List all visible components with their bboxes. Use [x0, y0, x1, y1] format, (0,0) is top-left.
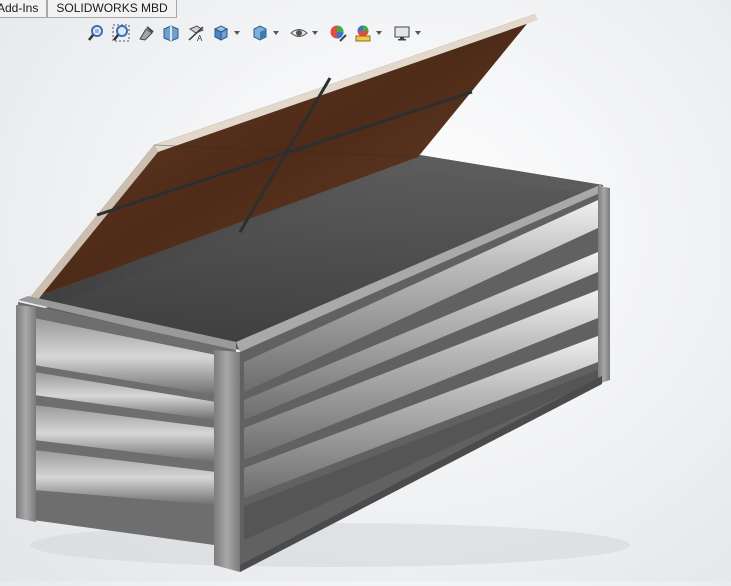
graphics-viewport[interactable] — [0, 0, 731, 581]
section-view-icon[interactable] — [161, 23, 181, 43]
zoom-to-fit-icon[interactable] — [86, 23, 106, 43]
apply-scene-icon[interactable] — [353, 23, 373, 43]
model-render — [16, 14, 630, 572]
tab-add-ins[interactable]: Add-Ins — [0, 0, 48, 18]
command-manager-tabs: Add-Ins SOLIDWORKS MBD — [0, 0, 177, 19]
hide-show-items-icon[interactable] — [289, 23, 309, 43]
display-style-dropdown-icon[interactable] — [272, 23, 280, 43]
tab-solidworks-mbd[interactable]: SOLIDWORKS MBD — [47, 0, 177, 18]
edit-appearance-icon[interactable] — [328, 23, 348, 43]
previous-view-icon[interactable] — [136, 23, 156, 43]
zoom-to-area-icon[interactable] — [111, 23, 131, 43]
apply-scene-dropdown-icon[interactable] — [375, 23, 383, 43]
display-style-icon[interactable] — [250, 23, 270, 43]
view-orientation-icon[interactable] — [211, 23, 231, 43]
dynamic-annotation-views-icon[interactable]: A — [186, 23, 206, 43]
view-orientation-dropdown-icon[interactable] — [233, 23, 241, 43]
svg-text:A: A — [197, 34, 203, 42]
hide-show-dropdown-icon[interactable] — [311, 23, 319, 43]
heads-up-view-toolbar: A — [86, 21, 431, 45]
view-settings-dropdown-icon[interactable] — [414, 23, 422, 43]
view-settings-icon[interactable] — [392, 23, 412, 43]
